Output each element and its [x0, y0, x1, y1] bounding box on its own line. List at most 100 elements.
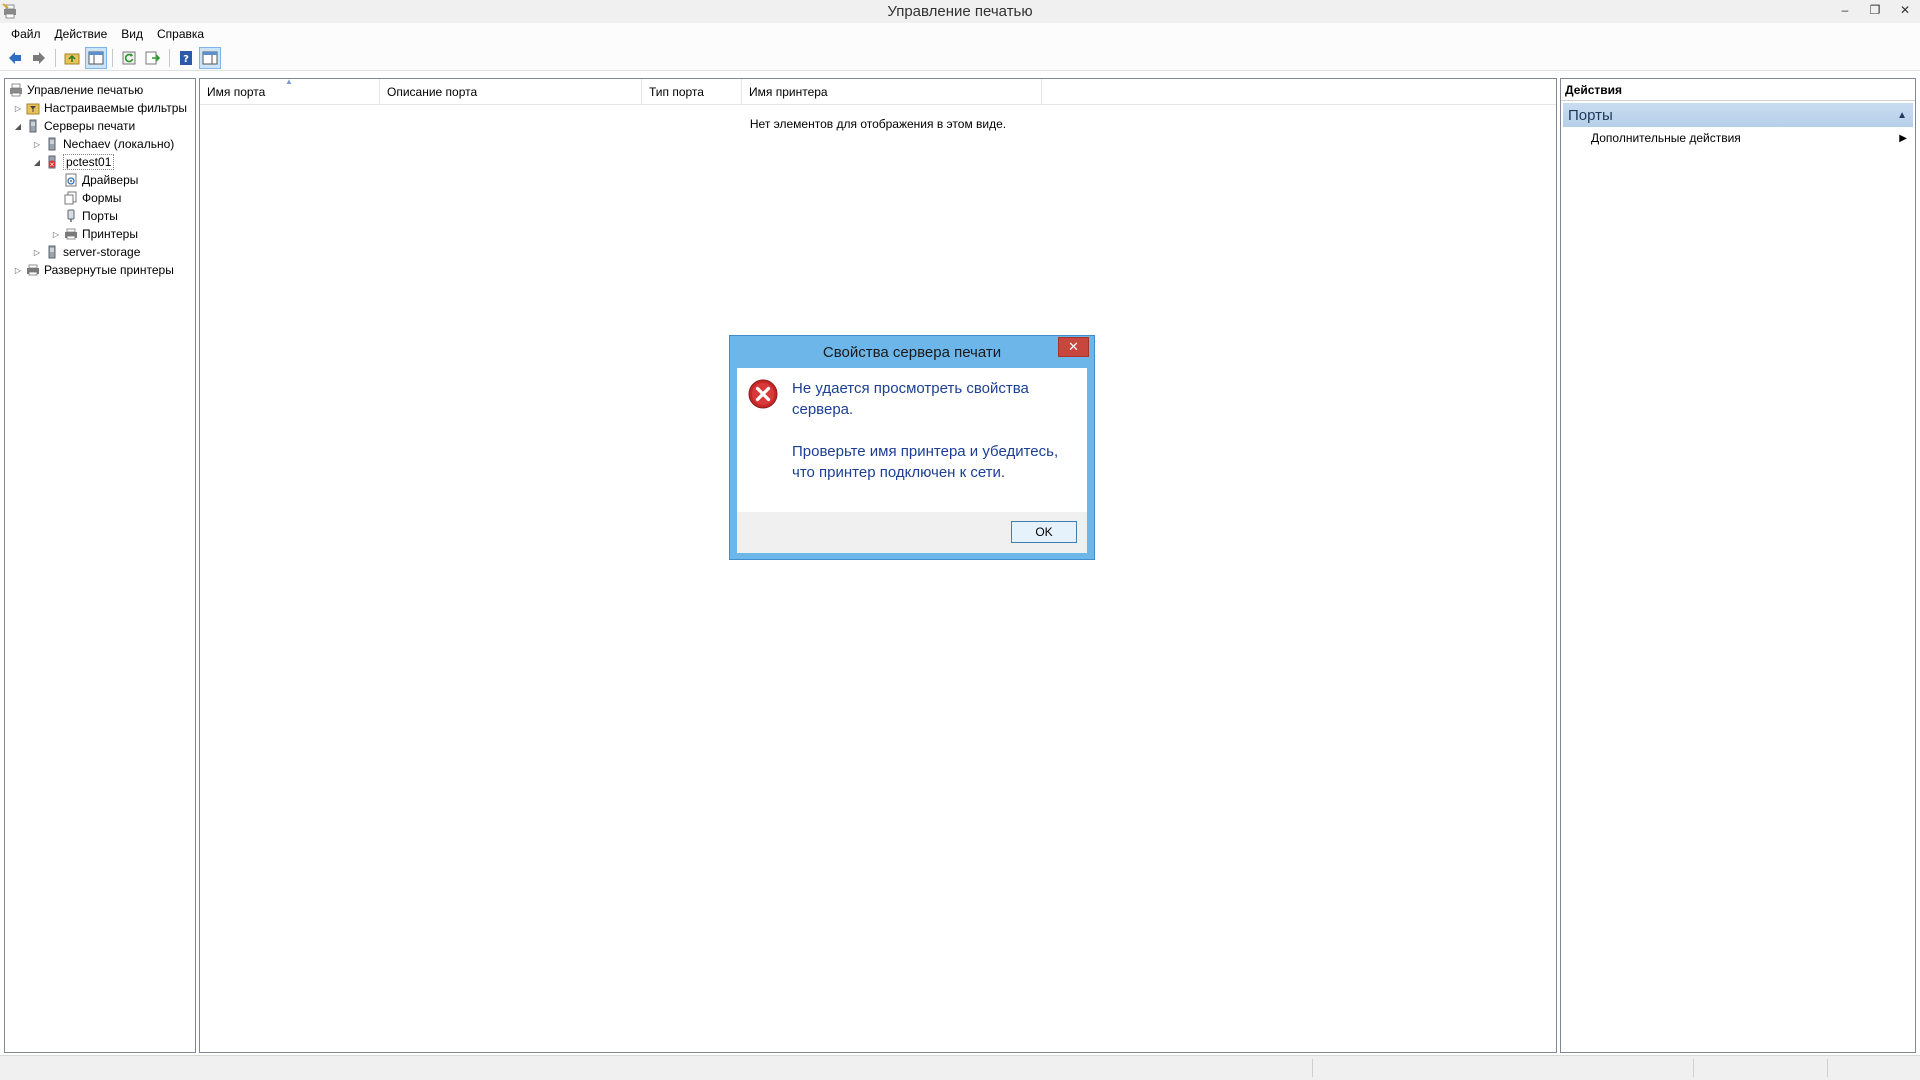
- dialog-message-error: Не удается просмотреть свойства сервера.: [792, 380, 1029, 418]
- filter-folder-icon: [26, 103, 40, 115]
- column-label: Имя порта: [207, 85, 266, 99]
- tree-item-server-storage[interactable]: ▷ server-storage: [32, 243, 140, 261]
- printer-icon: [65, 228, 77, 240]
- tree-item-print-servers[interactable]: ◢ Серверы печати: [13, 117, 135, 135]
- error-dialog: Свойства сервера печати ✕ Не удается про…: [729, 335, 1095, 560]
- forms-icon: [64, 191, 77, 205]
- server-error-icon: ✕: [48, 155, 56, 169]
- show-hide-console-tree-button[interactable]: [85, 46, 107, 69]
- refresh-button[interactable]: [118, 47, 140, 69]
- actions-group-ports[interactable]: Порты ▲: [1563, 103, 1913, 127]
- toolbar-separator: [112, 48, 113, 67]
- status-divider: [1693, 1059, 1694, 1077]
- sort-ascending-icon: ▲: [285, 77, 293, 86]
- show-hide-action-pane-button[interactable]: [199, 46, 221, 69]
- toolbar-separator: [55, 48, 56, 67]
- column-header-printer-name[interactable]: Имя принтера: [742, 79, 1042, 105]
- dialog-body: Не удается просмотреть свойства сервера.…: [737, 368, 1087, 512]
- menu-file[interactable]: Файл: [4, 27, 48, 41]
- actions-header: Действия: [1561, 79, 1915, 101]
- dialog-message-hint: Проверьте имя принтера и убедитесь, что …: [792, 443, 1059, 481]
- forward-icon: [33, 51, 45, 64]
- dialog-title: Свойства сервера печати: [822, 343, 1002, 361]
- help-icon: ?: [180, 50, 192, 65]
- up-level-button[interactable]: [61, 47, 83, 69]
- ok-button[interactable]: OK: [1011, 521, 1077, 543]
- column-header-port-type[interactable]: Тип порта: [642, 79, 742, 105]
- forward-button[interactable]: [28, 47, 50, 69]
- tree-label: Формы: [82, 191, 122, 205]
- expand-arrow-icon[interactable]: ▷: [32, 140, 42, 149]
- action-pane-icon: [202, 51, 218, 64]
- tree-item-drivers[interactable]: Драйверы: [64, 171, 138, 189]
- collapse-up-icon[interactable]: ▲: [1897, 110, 1907, 121]
- tree-label: Принтеры: [82, 227, 138, 241]
- list-header: ▲ Имя порта Описание порта Тип порта Имя…: [200, 77, 1556, 105]
- svg-text:✕: ✕: [49, 162, 54, 169]
- export-list-icon: [145, 51, 161, 64]
- tree-item-server-local[interactable]: ▷ Nechaev (локально): [32, 135, 174, 153]
- tree-item-forms[interactable]: Формы: [64, 189, 121, 207]
- more-actions-label: Дополнительные действия: [1591, 131, 1741, 145]
- expand-arrow-icon[interactable]: ▷: [13, 104, 23, 113]
- restore-button[interactable]: ❐: [1860, 0, 1890, 20]
- submenu-arrow-icon: ▶: [1899, 132, 1907, 144]
- printer-icon: [27, 264, 39, 276]
- tree-label: Драйверы: [82, 173, 139, 187]
- ports-list-view[interactable]: ▲ Имя порта Описание порта Тип порта Имя…: [199, 77, 1557, 1053]
- menu-bar: Файл Действие Вид Справка: [0, 23, 1920, 45]
- print-management-icon: [2, 3, 16, 19]
- window-title: Управление печатью: [887, 3, 1033, 20]
- port-icon: [67, 209, 75, 222]
- actions-pane: Действия Порты ▲ Дополнительные действия…: [1560, 78, 1916, 1053]
- dialog-close-button[interactable]: ✕: [1058, 337, 1089, 357]
- tree-item-root[interactable]: Управление печатью: [9, 81, 143, 99]
- tree-item-server-pctest01[interactable]: ◢ ✕ pctest01: [32, 153, 115, 171]
- column-label: Тип порта: [649, 85, 704, 99]
- close-window-button[interactable]: ✕: [1890, 0, 1920, 20]
- up-folder-icon: [64, 53, 80, 64]
- tree-label: Nechaev (локально): [63, 137, 175, 151]
- help-button[interactable]: ?: [175, 47, 197, 69]
- tree-item-deployed-printers[interactable]: ▷ Развернутые принтеры: [13, 261, 174, 279]
- tree-label: Порты: [82, 209, 118, 223]
- refresh-icon: [122, 51, 136, 64]
- tree-label: Настраиваемые фильтры: [44, 101, 188, 115]
- tree-label: pctest01: [63, 154, 115, 170]
- svg-text:?: ?: [183, 54, 189, 65]
- status-divider: [1312, 1059, 1313, 1077]
- back-icon: [9, 51, 21, 64]
- tree-label: Управление печатью: [27, 83, 144, 97]
- console-tree[interactable]: Управление печатью ▷ Настраиваемые фильт…: [4, 78, 196, 1053]
- collapse-arrow-icon[interactable]: ◢: [13, 122, 23, 131]
- server-icon: [29, 119, 37, 133]
- tree-label: Развернутые принтеры: [44, 263, 174, 277]
- tree-item-printers[interactable]: ▷ Принтеры: [51, 225, 138, 243]
- column-header-port-description[interactable]: Описание порта: [380, 79, 642, 105]
- back-button[interactable]: [4, 47, 26, 69]
- close-icon: ✕: [1068, 339, 1079, 354]
- toolbar-separator: [169, 48, 170, 67]
- dialog-footer: OK: [737, 512, 1087, 553]
- tree-item-custom-filters[interactable]: ▷ Настраиваемые фильтры: [13, 99, 187, 117]
- export-list-button[interactable]: [142, 47, 164, 69]
- drivers-icon: [65, 173, 77, 187]
- collapse-arrow-icon[interactable]: ◢: [32, 158, 42, 167]
- column-label: Описание порта: [387, 85, 478, 99]
- minimize-button[interactable]: –: [1830, 0, 1860, 20]
- menu-action[interactable]: Действие: [48, 27, 115, 41]
- column-header-port-name[interactable]: ▲ Имя порта: [200, 77, 380, 105]
- expand-arrow-icon[interactable]: ▷: [51, 230, 61, 239]
- error-icon: [748, 379, 778, 409]
- tree-item-ports[interactable]: Порты: [64, 207, 118, 225]
- more-actions-item[interactable]: Дополнительные действия ▶: [1561, 127, 1915, 149]
- title-bar: Управление печатью – ❐ ✕: [0, 0, 1920, 23]
- print-management-icon: [10, 83, 22, 97]
- console-tree-icon: [88, 51, 104, 64]
- status-bar: [0, 1055, 1920, 1080]
- expand-arrow-icon[interactable]: ▷: [32, 248, 42, 257]
- tree-label: Серверы печати: [44, 119, 136, 133]
- expand-arrow-icon[interactable]: ▷: [13, 266, 23, 275]
- menu-view[interactable]: Вид: [114, 27, 150, 41]
- menu-help[interactable]: Справка: [150, 27, 211, 41]
